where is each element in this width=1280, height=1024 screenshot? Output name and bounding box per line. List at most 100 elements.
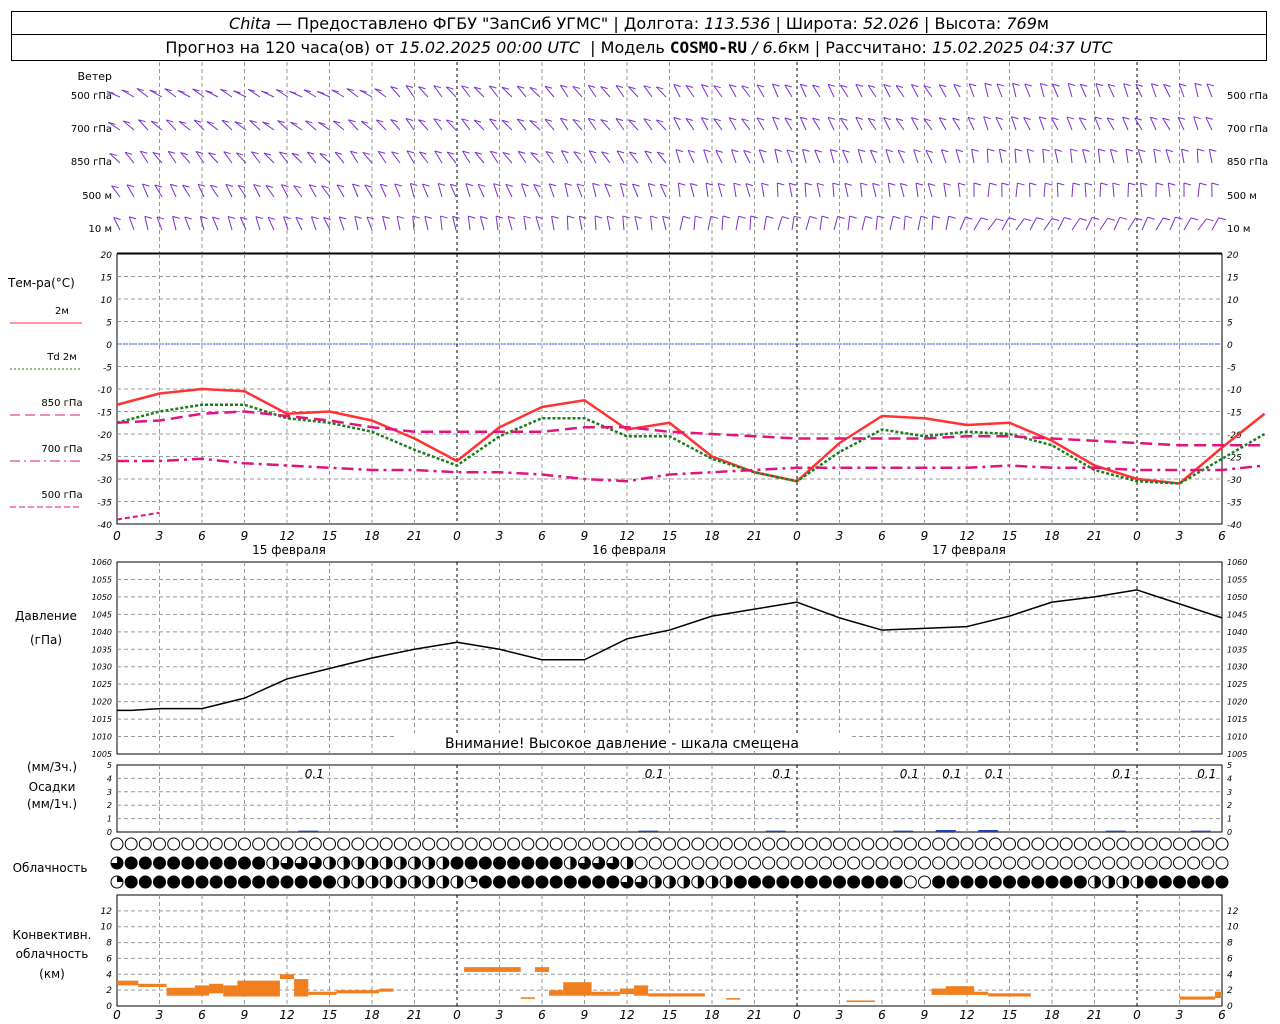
bottom-hour-tick-label: 0 (1133, 1008, 1141, 1022)
hour-tick-label: 9 (921, 529, 929, 543)
cloud-symbol (903, 875, 917, 889)
wind-barb-flag (745, 183, 754, 187)
wind-barb-staff (1183, 217, 1192, 231)
cloud-symbol (422, 875, 436, 889)
wind-barb (1078, 117, 1087, 131)
convective-tick-right: 8 (1227, 939, 1233, 949)
cloud-circle (648, 837, 662, 851)
wind-barb (812, 84, 821, 98)
wind-barb (777, 216, 790, 231)
wind-barb-flag (564, 182, 572, 186)
cloud-circle (932, 856, 946, 870)
wind-barb (615, 118, 625, 131)
cloud-symbol (1187, 875, 1201, 889)
wind-barb (1026, 148, 1035, 164)
cloud-symbol (252, 837, 266, 851)
wind-barb-staff (872, 183, 877, 198)
wind-barb-staff (1127, 217, 1136, 231)
cloud-symbol (294, 837, 308, 851)
wind-barb-staff (1208, 149, 1213, 164)
precip-amount-label: 0.1 (900, 767, 919, 781)
cloud-circle (1045, 837, 1059, 851)
wind-barb-staff (1070, 149, 1073, 164)
wind-barb-flag (1042, 148, 1050, 152)
cloud-full (1145, 876, 1158, 888)
wind-barb (225, 183, 234, 198)
wind-barb-staff (1057, 217, 1065, 231)
wind-barb (656, 151, 667, 164)
cloud-symbol (379, 837, 393, 851)
wind-barb-staff (959, 216, 966, 231)
bottom-hour-tick-label: 9 (921, 1008, 929, 1022)
cloud-full (125, 876, 138, 888)
temp-tick-left: -30 (97, 476, 112, 486)
wind-barb-flag (620, 182, 628, 186)
wind-barb (277, 120, 289, 131)
wind-barb (1193, 116, 1201, 131)
cloud-symbol (620, 837, 634, 851)
temp-tick-right: -5 (1227, 364, 1236, 374)
wind-barb (1155, 182, 1164, 198)
wind-barb (644, 150, 653, 164)
wind-barb (847, 215, 857, 231)
cloud-circle (960, 837, 974, 851)
wind-barb (310, 216, 319, 231)
cloud-symbol (365, 875, 379, 889)
wind-barb-flag (592, 182, 600, 186)
cloud-circle (238, 837, 251, 851)
hour-tick-label: 15 (662, 529, 677, 543)
cloud-symbol (153, 875, 166, 889)
wind-barb (394, 183, 402, 198)
wind-barb (802, 148, 810, 164)
cloud-circle (1201, 856, 1215, 870)
wind-barb (251, 151, 261, 164)
cloud-symbol (153, 856, 166, 870)
wind-barb (405, 118, 415, 131)
wind-barb-flag (1156, 182, 1164, 186)
wind-barb-staff (860, 183, 863, 198)
cloud-full (748, 876, 761, 888)
wind-barb (124, 151, 135, 164)
cloud-symbol (1144, 837, 1158, 851)
wind-barb (860, 182, 868, 198)
cloud-symbol (521, 837, 535, 851)
wind-barb-staff (915, 183, 919, 198)
cloud-symbol (691, 875, 705, 889)
wind-barb-flag (722, 215, 731, 219)
wind-barb-staff (1165, 149, 1171, 164)
wind-barb-staff (1197, 218, 1207, 231)
wind-barb (1029, 217, 1044, 231)
wind-barb (1012, 82, 1020, 98)
wind-barb-staff (1024, 83, 1031, 98)
cloud-symbol (719, 837, 733, 851)
wind-barb-flag (440, 215, 448, 219)
wind-barb-flag (1110, 148, 1118, 152)
cloud-symbol (563, 856, 577, 870)
cloud-full (521, 876, 534, 888)
cloud-circle (1187, 856, 1201, 870)
wind-barb-staff (814, 149, 821, 164)
convective-tick-left: 6 (106, 954, 112, 964)
cloud-circle (733, 856, 747, 870)
cloud-circle (634, 837, 648, 851)
wind-barb-staff (693, 216, 696, 231)
hour-tick-label: 18 (364, 529, 380, 543)
cloud-symbol (1059, 856, 1073, 870)
wind-barb (1141, 216, 1155, 231)
wind-barb-flag (984, 82, 992, 86)
wind-level-label-right: 10 м (1227, 224, 1250, 235)
wind-barb-staff (733, 183, 737, 198)
cloud-full (1017, 876, 1030, 888)
convective-bar (379, 988, 394, 992)
wind-barb-flag (1163, 217, 1171, 221)
convective-tick-left: 8 (106, 939, 112, 949)
cloud-symbol (223, 875, 237, 889)
wind-barb (984, 82, 992, 98)
wind-barb-staff (659, 184, 667, 198)
convective-tick-left: 2 (106, 986, 112, 996)
cloud-symbol (578, 837, 591, 851)
wind-barb (193, 119, 205, 131)
wind-barb-staff (650, 216, 653, 231)
bottom-hour-tick-label: 21 (407, 1008, 422, 1022)
temp-legend-label: 700 гПа (41, 444, 82, 455)
